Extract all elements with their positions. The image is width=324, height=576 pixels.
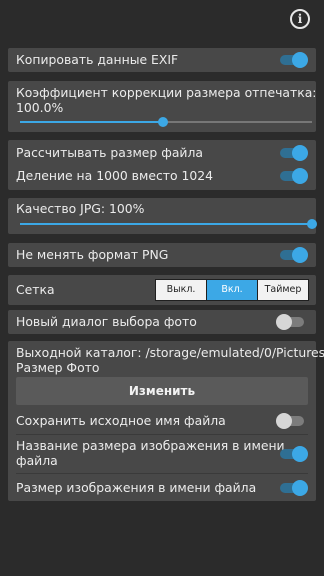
print-correction-slider[interactable]: [20, 115, 312, 129]
size-name-in-filename-row[interactable]: Название размера изображения в имени фай…: [8, 437, 316, 471]
grid-option-off[interactable]: Выкл.: [156, 280, 207, 300]
top-bar: i: [0, 0, 324, 40]
grid-option-timer[interactable]: Таймер: [258, 280, 308, 300]
size-in-filename-toggle[interactable]: [278, 480, 308, 496]
calc-file-size-label: Рассчитывать размер файла: [16, 145, 203, 160]
slider-fill: [20, 121, 164, 123]
keep-png-toggle[interactable]: [278, 247, 308, 263]
slider-fill: [20, 223, 312, 225]
file-size-card: Рассчитывать размер файла Деление на 100…: [8, 140, 316, 190]
divide-1000-label: Деление на 1000 вместо 1024: [16, 168, 214, 183]
print-correction-value: 100.0%: [16, 100, 64, 115]
size-name-in-filename-label-cont: файла: [16, 453, 58, 468]
new-photo-dialog-card: Новый диалог выбора фото: [8, 310, 316, 334]
divider: [16, 473, 308, 474]
copy-exif-toggle[interactable]: [278, 52, 308, 68]
copy-exif-label: Копировать данные EXIF: [16, 52, 179, 67]
keep-png-label: Не менять формат PNG: [16, 247, 169, 262]
keep-png-card: Не менять формат PNG: [8, 243, 316, 267]
change-output-dir-button[interactable]: Изменить: [16, 377, 308, 405]
slider-knob[interactable]: [307, 219, 317, 229]
calc-file-size-row[interactable]: Рассчитывать размер файла: [8, 141, 316, 165]
size-in-filename-row[interactable]: Размер изображения в имени файла: [8, 476, 316, 500]
slider-knob[interactable]: [158, 117, 169, 127]
jpg-quality-slider[interactable]: [20, 217, 317, 231]
copy-exif-row[interactable]: Копировать данные EXIF: [8, 48, 316, 72]
grid-label: Сетка: [16, 282, 55, 297]
keep-original-name-label: Сохранить исходное имя файла: [16, 413, 226, 428]
new-photo-dialog-label: Новый диалог выбора фото: [16, 314, 197, 329]
jpg-quality-card: Качество JPG: 100%: [8, 198, 317, 234]
info-icon[interactable]: i: [290, 9, 310, 29]
output-dir-label-cont: Размер Фото: [16, 360, 100, 375]
keep-original-name-toggle[interactable]: [276, 413, 306, 429]
new-photo-dialog-toggle[interactable]: [276, 314, 306, 330]
keep-png-row[interactable]: Не менять формат PNG: [8, 243, 316, 267]
jpg-quality-label: Качество JPG: 100%: [16, 201, 145, 216]
keep-original-name-row[interactable]: Сохранить исходное имя файла: [8, 409, 316, 433]
size-in-filename-label: Размер изображения в имени файла: [16, 480, 257, 495]
grid-card: Сетка Выкл. Вкл. Таймер: [8, 275, 316, 305]
size-name-in-filename-toggle[interactable]: [278, 446, 308, 462]
print-correction-card: Коэффициент коррекции размера отпечатка:…: [8, 81, 317, 132]
divider: [16, 434, 308, 435]
divide-1000-toggle[interactable]: [278, 168, 308, 184]
output-card: Выходной каталог: /storage/emulated/0/Pi…: [8, 341, 324, 501]
divide-1000-row[interactable]: Деление на 1000 вместо 1024: [8, 164, 316, 188]
new-photo-dialog-row[interactable]: Новый диалог выбора фото: [8, 310, 316, 334]
calc-file-size-toggle[interactable]: [278, 145, 308, 161]
copy-exif-card: Копировать данные EXIF: [8, 48, 316, 72]
grid-segmented-control[interactable]: Выкл. Вкл. Таймер: [155, 279, 309, 301]
grid-option-on[interactable]: Вкл.: [207, 280, 258, 300]
